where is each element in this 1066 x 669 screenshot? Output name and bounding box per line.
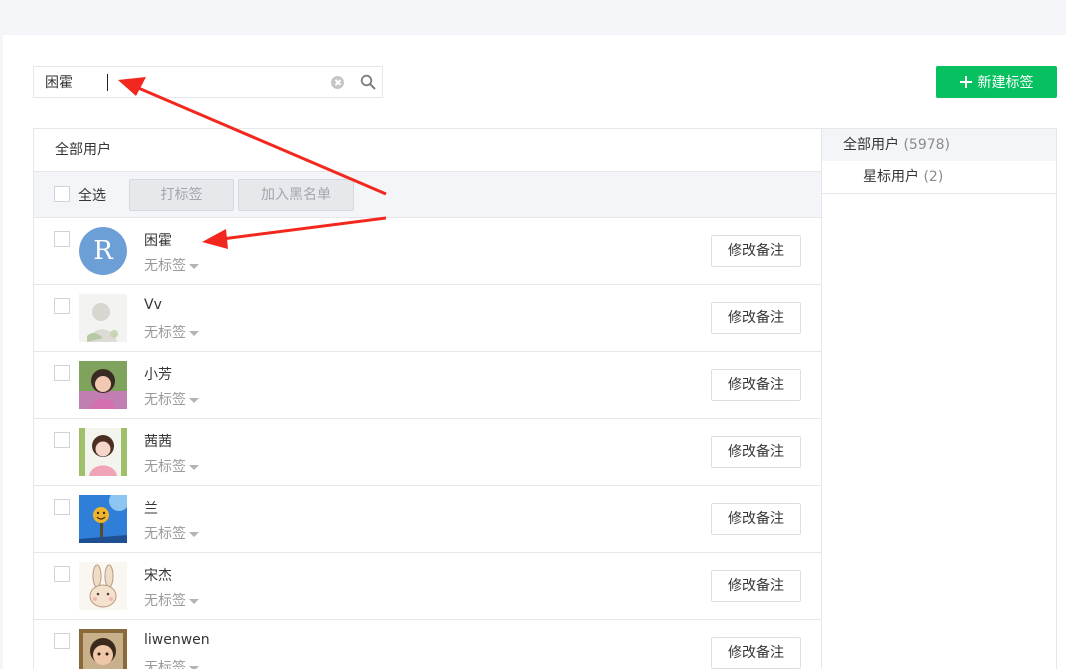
user-tag-dropdown[interactable]: 无标签 <box>144 255 199 275</box>
avatar <box>79 629 127 669</box>
sidebar-item-label: 星标用户 <box>863 169 919 185</box>
caret-down-icon <box>189 464 199 470</box>
sidebar-item-all-users[interactable]: 全部用户 (5978) <box>822 129 1056 161</box>
user-tag-label: 无标签 <box>144 526 186 542</box>
row-checkbox[interactable] <box>54 365 70 381</box>
row-checkbox[interactable] <box>54 298 70 314</box>
edit-remark-button[interactable]: 修改备注 <box>711 503 801 535</box>
edit-remark-button[interactable]: 修改备注 <box>711 436 801 468</box>
caret-down-icon <box>189 665 199 669</box>
text-caret <box>107 74 108 91</box>
avatar-letter: R <box>93 236 113 266</box>
user-tag-dropdown[interactable]: 无标签 <box>144 590 199 610</box>
sidebar-item-starred-users[interactable]: 星标用户 (2) <box>822 161 1056 194</box>
avatar <box>79 361 127 409</box>
tag-button[interactable]: 打标签 <box>129 179 234 211</box>
table-row: Vv 无标签 修改备注 <box>34 285 821 352</box>
table-row: 兰 无标签 修改备注 <box>34 486 821 553</box>
row-checkbox[interactable] <box>54 499 70 515</box>
table-row: 茜茜 无标签 修改备注 <box>34 419 821 486</box>
edit-remark-button[interactable]: 修改备注 <box>711 369 801 401</box>
sidebar-item-count: (5978) <box>903 137 951 153</box>
edit-remark-button[interactable]: 修改备注 <box>711 302 801 334</box>
edit-remark-button[interactable]: 修改备注 <box>711 235 801 267</box>
user-tag-label: 无标签 <box>144 392 186 408</box>
table-row: liwenwen 无标签 修改备注 <box>34 620 821 669</box>
table-row: 宋杰 无标签 修改备注 <box>34 553 821 620</box>
table-row: 小芳 无标签 修改备注 <box>34 352 821 419</box>
avatar <box>79 294 127 342</box>
user-tag-label: 无标签 <box>144 325 186 341</box>
user-name: 小芳 <box>144 367 172 383</box>
select-all-label[interactable]: 全选 <box>78 185 106 205</box>
table-toolbar: 全选 打标签 加入黑名单 <box>34 172 821 218</box>
edit-remark-button[interactable]: 修改备注 <box>711 570 801 602</box>
user-name: 宋杰 <box>144 568 172 584</box>
blacklist-button[interactable]: 加入黑名单 <box>238 179 354 211</box>
user-tag-label: 无标签 <box>144 593 186 609</box>
row-checkbox[interactable] <box>54 633 70 649</box>
caret-down-icon <box>189 598 199 604</box>
user-tag-dropdown[interactable]: 无标签 <box>144 657 199 669</box>
new-tag-label: 新建标签 <box>977 75 1034 91</box>
sidebar-item-count: (2) <box>923 169 944 185</box>
user-table: 全部用户 全选 打标签 加入黑名单 R 困霍 无标签 修改备注 Vv 无标签 修… <box>33 128 822 669</box>
user-name: liwenwen <box>144 632 210 648</box>
avatar <box>79 562 127 610</box>
caret-down-icon <box>189 397 199 403</box>
edit-remark-button[interactable]: 修改备注 <box>711 637 801 669</box>
search-box[interactable] <box>33 66 383 98</box>
user-name: 困霍 <box>144 233 172 249</box>
table-title: 全部用户 <box>34 129 821 172</box>
plus-icon <box>959 76 972 88</box>
caret-down-icon <box>189 263 199 269</box>
sidebar-item-label: 全部用户 <box>843 137 899 153</box>
row-checkbox[interactable] <box>54 566 70 582</box>
avatar <box>79 495 127 543</box>
row-checkbox[interactable] <box>54 231 70 247</box>
new-tag-button[interactable]: 新建标签 <box>936 66 1057 98</box>
search-icon[interactable] <box>360 74 376 90</box>
clear-icon[interactable] <box>331 76 344 89</box>
user-name: 兰 <box>144 501 158 517</box>
avatar <box>79 428 127 476</box>
user-name: Vv <box>144 297 162 313</box>
caret-down-icon <box>189 531 199 537</box>
row-checkbox[interactable] <box>54 432 70 448</box>
caret-down-icon <box>189 330 199 336</box>
select-all-checkbox[interactable] <box>54 186 70 202</box>
user-tag-dropdown[interactable]: 无标签 <box>144 456 199 476</box>
table-row: R 困霍 无标签 修改备注 <box>34 218 821 285</box>
user-group-sidebar: 全部用户 (5978) 星标用户 (2) <box>821 128 1057 669</box>
avatar: R <box>79 227 127 275</box>
user-tag-dropdown[interactable]: 无标签 <box>144 322 199 342</box>
user-tag-label: 无标签 <box>144 660 186 669</box>
user-tag-label: 无标签 <box>144 459 186 475</box>
user-tag-dropdown[interactable]: 无标签 <box>144 523 199 543</box>
user-name: 茜茜 <box>144 434 172 450</box>
search-input[interactable] <box>34 67 324 97</box>
user-tag-dropdown[interactable]: 无标签 <box>144 389 199 409</box>
user-tag-label: 无标签 <box>144 258 186 274</box>
